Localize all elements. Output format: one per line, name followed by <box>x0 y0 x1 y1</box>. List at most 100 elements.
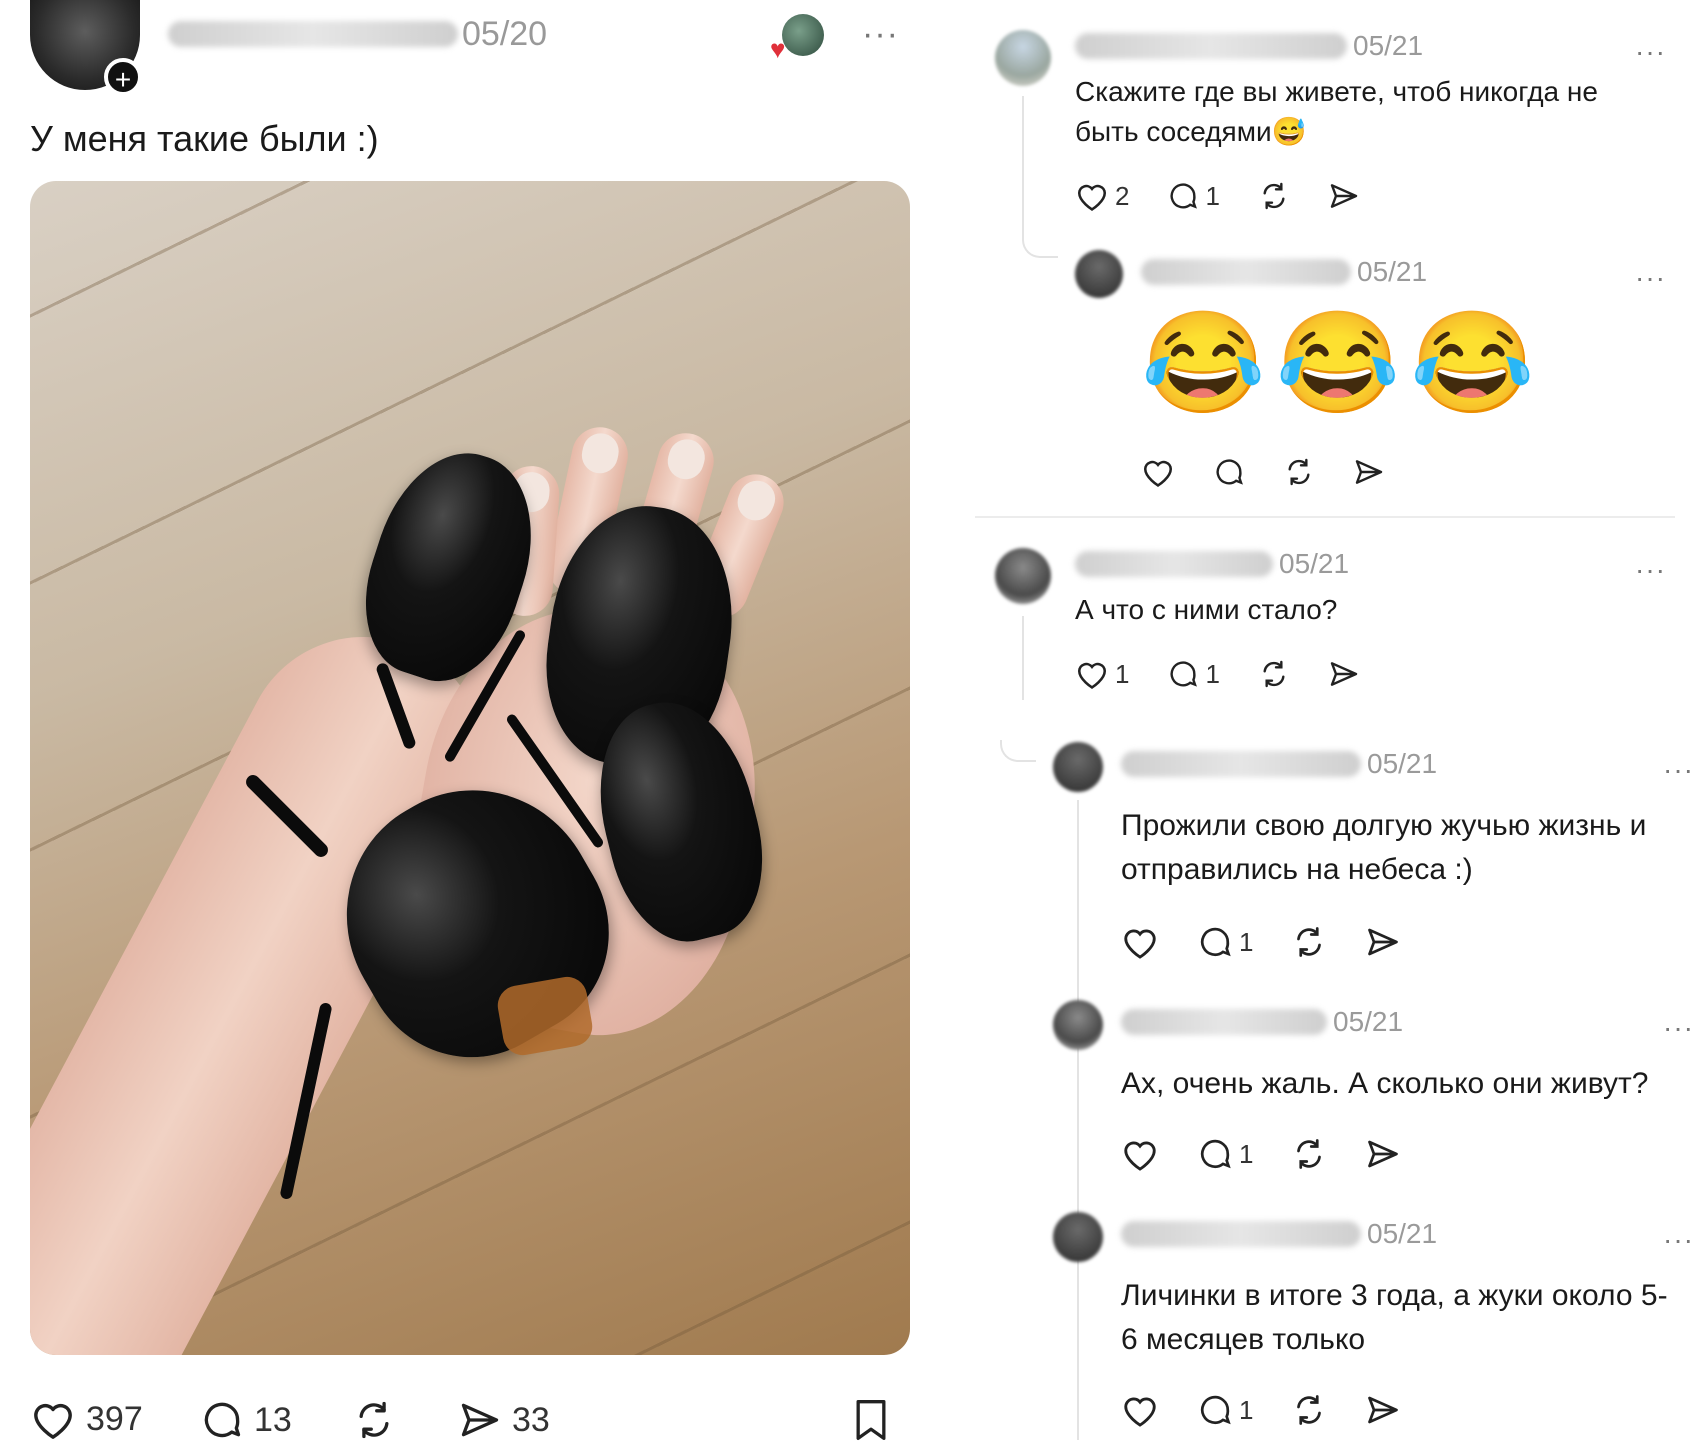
reply-date: 05/21 <box>1333 1006 1404 1037</box>
reply-send-button[interactable] <box>1353 456 1385 488</box>
post-photo[interactable] <box>30 181 910 1355</box>
repost-icon <box>1297 1395 1322 1425</box>
thread-divider <box>975 516 1675 518</box>
comment-reply-button[interactable]: 1 <box>1167 658 1220 690</box>
comment-icon <box>1216 459 1243 485</box>
comment-send-button[interactable] <box>1328 180 1360 212</box>
post-date: 05/20 <box>462 14 548 53</box>
comment-send-button[interactable] <box>1328 658 1360 690</box>
reply-repost-button[interactable] <box>1291 1392 1327 1428</box>
comment-date: 05/21 <box>1353 30 1424 61</box>
reply-reply-button[interactable]: 1 <box>1197 1136 1253 1172</box>
reply-actions: 1 <box>1121 924 1439 960</box>
reply-username-blurred[interactable] <box>1121 1221 1361 1247</box>
reply-username-blurred[interactable] <box>1141 259 1351 285</box>
comment-icon <box>204 1402 241 1438</box>
reply-date: 05/21 <box>1367 748 1438 779</box>
reply-username-blurred[interactable] <box>1121 1009 1327 1035</box>
comment-more-icon[interactable]: ··· <box>1635 556 1666 584</box>
comment-header: 05/21 <box>1075 548 1349 580</box>
reply-send-button[interactable] <box>1365 924 1401 960</box>
comment-actions: 2 1 <box>1075 180 1398 212</box>
reply-avatar[interactable] <box>1075 250 1123 298</box>
comment-text: А что с ними стало? <box>1075 594 1338 625</box>
heart-icon <box>1077 184 1107 211</box>
comment-button[interactable]: 13 <box>200 1398 292 1442</box>
comment-username-blurred[interactable] <box>1075 33 1347 59</box>
repost-icon <box>1297 1139 1322 1169</box>
reply-more-icon[interactable]: ··· <box>1663 756 1694 784</box>
reply-emoji-text: 😂😂😂 <box>1141 307 1545 419</box>
reply-text: Ах, очень жаль. А сколько они живут? <box>1121 1067 1649 1100</box>
comment-actions: 1 1 <box>1075 658 1398 690</box>
bookmark-button[interactable] <box>852 1398 890 1442</box>
repost-icon <box>359 1401 389 1439</box>
reply-username-blurred[interactable] <box>1121 751 1361 777</box>
reply-more-icon[interactable]: ··· <box>1663 1014 1694 1042</box>
comment-more-icon[interactable]: ··· <box>1635 38 1666 66</box>
send-icon <box>1368 928 1399 956</box>
reply-avatar[interactable] <box>1053 1212 1103 1262</box>
reply-like-button[interactable] <box>1121 924 1159 960</box>
heart-icon <box>1124 1397 1156 1427</box>
comment-username-blurred[interactable] <box>1075 551 1273 577</box>
comment-avatar[interactable] <box>995 30 1051 86</box>
reply-like-button[interactable] <box>1141 456 1175 488</box>
heart-icon <box>1124 1141 1156 1171</box>
send-icon <box>1330 184 1358 208</box>
reply-reply-button[interactable]: 1 <box>1197 1392 1253 1428</box>
send-icon <box>461 1403 499 1437</box>
comment-avatar[interactable] <box>995 548 1051 604</box>
comments-panel: 05/21 ··· Скажите где вы живете, чтоб ни… <box>975 0 1702 1446</box>
repost-icon <box>1263 660 1285 688</box>
comment-icon <box>1170 661 1198 687</box>
reply-like-button[interactable] <box>1121 1136 1159 1172</box>
like-count: 397 <box>86 1399 143 1438</box>
send-icon <box>1368 1140 1399 1168</box>
liker-avatar[interactable] <box>782 14 824 56</box>
reply-repost-button[interactable] <box>1283 456 1315 488</box>
comment-reply-button[interactable]: 1 <box>1167 180 1220 212</box>
post-more-icon[interactable]: ··· <box>862 17 899 51</box>
send-icon <box>1368 1396 1399 1424</box>
comment-repost-button[interactable] <box>1258 658 1290 690</box>
reply-actions: 1 <box>1121 1392 1439 1428</box>
heart-icon <box>1124 929 1156 959</box>
reply-like-button[interactable] <box>1121 1392 1159 1428</box>
comment-icon <box>1170 183 1198 209</box>
reply-text: Личинки в итоге 3 года, а жуки около 5-6… <box>1121 1279 1668 1356</box>
comment-header: 05/21 <box>1075 30 1423 62</box>
follow-plus-icon[interactable]: + <box>104 58 142 96</box>
reply-actions <box>1141 456 1423 488</box>
comment-like-button[interactable]: 2 <box>1075 180 1129 212</box>
reply-repost-button[interactable] <box>1291 1136 1327 1172</box>
comment-count: 13 <box>254 1400 292 1439</box>
author-username-blurred[interactable] <box>168 21 458 47</box>
reply-avatar[interactable] <box>1053 1000 1103 1050</box>
liked-heart-icon: ♥ <box>770 34 786 64</box>
reply-header: 05/21 <box>1121 1006 1403 1038</box>
comment-icon <box>1200 1139 1231 1169</box>
reply-send-button[interactable] <box>1365 1392 1401 1428</box>
reply-repost-button[interactable] <box>1291 924 1327 960</box>
reply-send-button[interactable] <box>1365 1136 1401 1172</box>
comment-repost-button[interactable] <box>1258 180 1290 212</box>
reply-date: 05/21 <box>1367 1218 1438 1249</box>
reply-avatar[interactable] <box>1053 742 1103 792</box>
comment-icon <box>1200 927 1231 957</box>
repost-icon <box>1297 927 1322 957</box>
send-button[interactable]: 33 <box>458 1398 550 1442</box>
repost-button[interactable] <box>352 1398 396 1442</box>
send-icon <box>1330 662 1358 686</box>
heart-icon <box>1143 460 1173 487</box>
comment-like-button[interactable]: 1 <box>1075 658 1129 690</box>
like-button[interactable]: 397 <box>30 1398 143 1440</box>
reply-actions: 1 <box>1121 1136 1439 1172</box>
reply-more-icon[interactable]: ··· <box>1663 1226 1694 1254</box>
reply-reply-button[interactable]: 1 <box>1197 924 1253 960</box>
bookmark-icon <box>856 1400 886 1440</box>
comment-icon <box>1200 1395 1231 1425</box>
reply-reply-button[interactable] <box>1213 456 1245 488</box>
reply-more-icon[interactable]: ··· <box>1635 264 1666 292</box>
heart-icon <box>1077 662 1107 689</box>
